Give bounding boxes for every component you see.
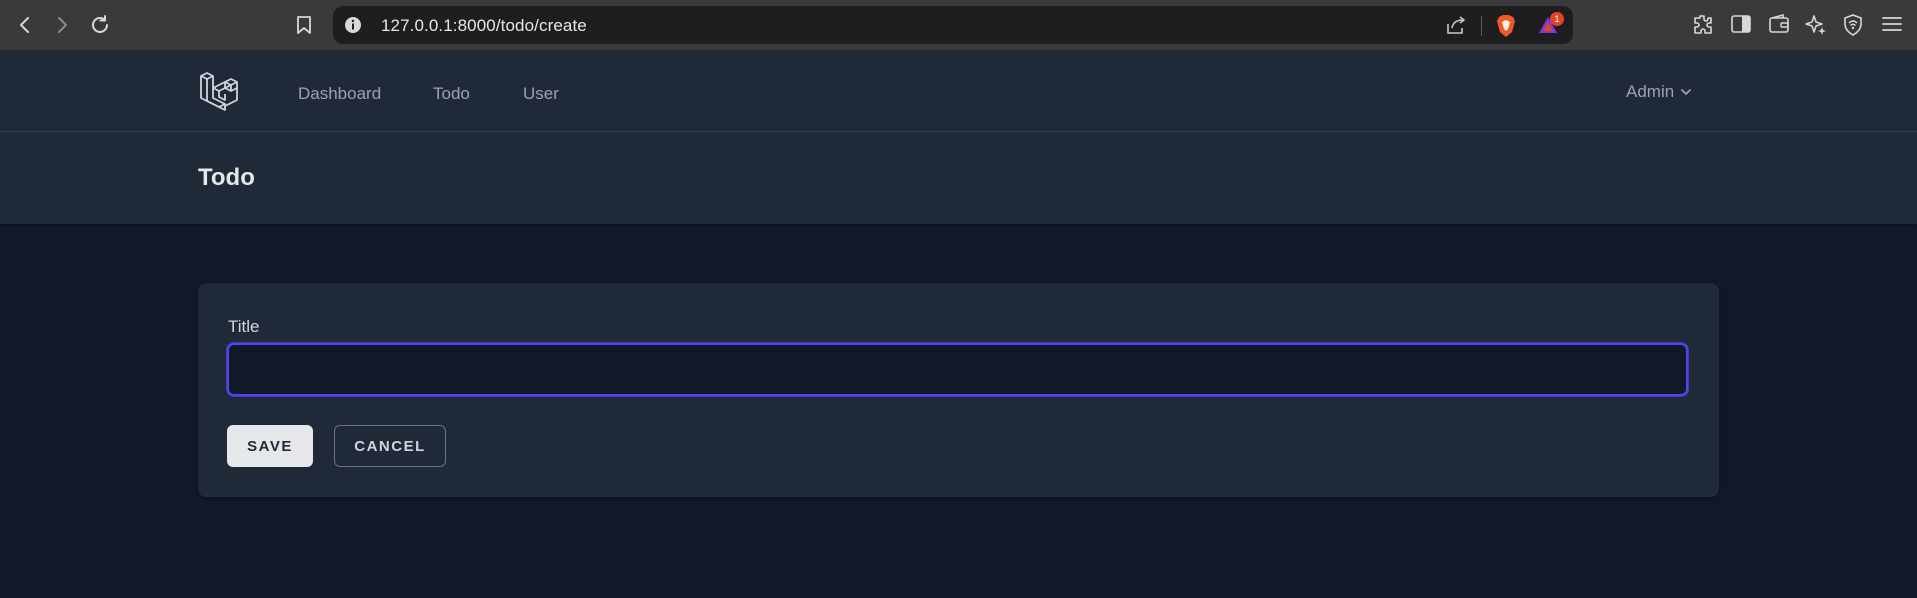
user-dropdown[interactable]: Admin <box>1626 82 1692 102</box>
extensions-icon[interactable] <box>1691 13 1715 37</box>
address-bar[interactable]: 127.0.0.1:8000/todo/create 1 <box>333 6 1573 44</box>
vpn-shield-icon[interactable] <box>1842 13 1864 37</box>
wallet-icon[interactable] <box>1768 13 1790 35</box>
nav-todo-link[interactable]: Todo <box>433 84 470 104</box>
todo-form-card: Title SAVE CANCEL <box>198 283 1719 497</box>
title-label: Title <box>228 317 260 336</box>
reload-button[interactable] <box>85 10 115 40</box>
page-header: Todo <box>0 132 1917 224</box>
menu-icon[interactable] <box>1881 13 1903 35</box>
brave-shields-icon[interactable] <box>1495 14 1517 38</box>
bookmark-button[interactable] <box>289 10 319 40</box>
url-text[interactable]: 127.0.0.1:8000/todo/create <box>381 16 587 36</box>
laravel-logo-icon[interactable] <box>199 70 243 114</box>
forward-button[interactable] <box>47 10 77 40</box>
user-name: Admin <box>1626 82 1675 101</box>
nav-user-link[interactable]: User <box>523 84 559 104</box>
leo-ai-icon[interactable] <box>1804 13 1828 37</box>
chevron-left-icon <box>20 17 29 33</box>
share-icon[interactable] <box>1445 15 1467 35</box>
back-button[interactable] <box>10 10 40 40</box>
app-navigation: Dashboard Todo User Admin <box>0 51 1917 132</box>
page-title: Todo <box>198 164 255 191</box>
bookmark-icon <box>297 16 311 34</box>
save-button[interactable]: SAVE <box>227 425 313 467</box>
divider <box>1481 16 1482 36</box>
chevron-right-icon <box>58 17 67 33</box>
browser-toolbar: 127.0.0.1:8000/todo/create 1 <box>0 0 1917 51</box>
title-input[interactable] <box>227 343 1688 396</box>
cancel-button[interactable]: CANCEL <box>334 425 446 467</box>
reload-icon <box>92 15 108 33</box>
info-icon[interactable] <box>343 15 363 35</box>
nav-dashboard-link[interactable]: Dashboard <box>298 84 381 104</box>
sidebar-icon[interactable] <box>1730 13 1752 35</box>
chevron-down-icon <box>1681 89 1692 95</box>
rewards-badge: 1 <box>1550 12 1564 26</box>
